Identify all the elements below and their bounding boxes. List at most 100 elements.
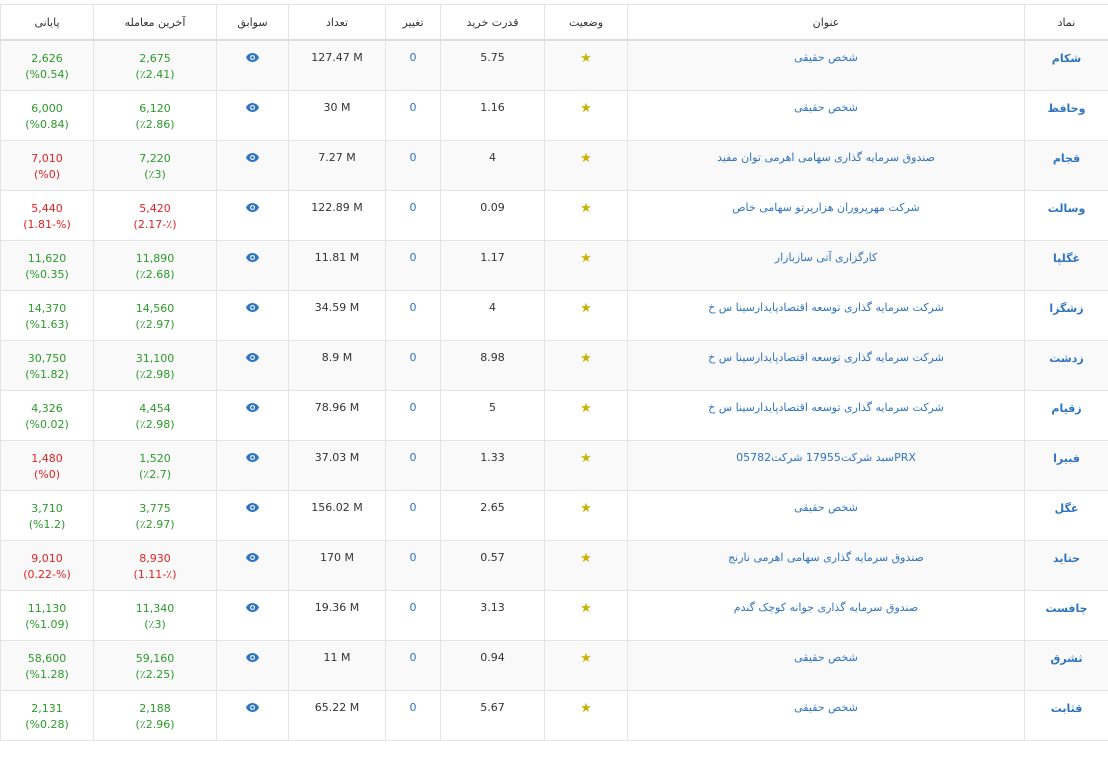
table-row[interactable]: زدشت شرکت سرمایه گذاری توسعه اقتصادپایدا… xyxy=(0,339,1108,391)
title-link[interactable]: صندوق سرمایه گذاری جوانه کوچک گندم xyxy=(627,589,1025,641)
history-cell[interactable] xyxy=(216,289,289,341)
title-link[interactable]: کارگزاری آتی سازبازار xyxy=(627,239,1025,291)
symbol-link[interactable]: شکام xyxy=(1024,39,1108,91)
title-link[interactable]: شرکت سرمایه گذاری توسعه اقتصادپایدارسینا… xyxy=(627,339,1025,391)
count-value: 30 M xyxy=(288,89,386,141)
table-row[interactable]: چافست صندوق سرمایه گذاری جوانه کوچک گندم… xyxy=(0,589,1108,641)
final-percent: (%0.28) xyxy=(25,717,69,731)
eye-icon[interactable] xyxy=(246,602,259,612)
title-link[interactable]: شرکت سرمایه گذاری توسعه اقتصادپایدارسینا… xyxy=(627,389,1025,441)
history-cell[interactable] xyxy=(216,689,289,741)
eye-icon[interactable] xyxy=(246,652,259,662)
eye-icon[interactable] xyxy=(246,102,259,112)
history-cell[interactable] xyxy=(216,589,289,641)
symbol-link[interactable]: غگل xyxy=(1024,489,1108,541)
table-row[interactable]: فبیرا PRXسبد شرکت17955 شرکت05782 ★ 1.33 … xyxy=(0,439,1108,491)
table-row[interactable]: قجام صندوق سرمایه گذاری سهامی اهرمی توان… xyxy=(0,139,1108,191)
final-percent: (%1.28) xyxy=(25,667,69,681)
header-history[interactable]: سوابق xyxy=(216,4,289,41)
table-row[interactable]: غگلپا کارگزاری آتی سازبازار ★ 1.17 0 11.… xyxy=(0,239,1108,291)
history-cell[interactable] xyxy=(216,39,289,91)
final-percent: (%1.63) xyxy=(25,317,69,331)
header-title[interactable]: عنوان xyxy=(627,4,1025,41)
count-value: 37.03 M xyxy=(288,439,386,491)
eye-icon[interactable] xyxy=(246,252,259,262)
table-row[interactable]: وحافظ شخص حقیقی ★ 1.16 0 30 M 6,120 (٪2.… xyxy=(0,89,1108,141)
eye-icon[interactable] xyxy=(246,202,259,212)
table-row[interactable]: قثابت شخص حقیقی ★ 5.67 0 65.22 M 2,188 (… xyxy=(0,689,1108,741)
symbol-link[interactable]: وسالت xyxy=(1024,189,1108,241)
title-link[interactable]: شخص حقیقی xyxy=(627,89,1025,141)
history-cell[interactable] xyxy=(216,389,289,441)
eye-icon[interactable] xyxy=(246,452,259,462)
last-trade-cell: 31,100 (٪2.98) xyxy=(93,339,217,391)
symbol-link[interactable]: وحافظ xyxy=(1024,89,1108,141)
last-trade-percent: (٪-1.11) xyxy=(133,567,177,581)
last-trade-cell: 2,675 (٪2.41) xyxy=(93,39,217,91)
history-cell[interactable] xyxy=(216,539,289,591)
eye-icon[interactable] xyxy=(246,552,259,562)
final-price-cell: 7,010 (%0) xyxy=(0,139,94,191)
eye-icon[interactable] xyxy=(246,152,259,162)
last-trade-price: 1,520 xyxy=(139,451,171,465)
symbol-link[interactable]: زشگزا xyxy=(1024,289,1108,341)
header-status[interactable]: وضعیت xyxy=(544,4,628,41)
history-cell[interactable] xyxy=(216,339,289,391)
table-row[interactable]: وسالت شرکت مهرپروران هزارپرتو سهامی خاص … xyxy=(0,189,1108,241)
final-percent: (%1.82) xyxy=(25,367,69,381)
table-row[interactable]: حتاید صندوق سرمایه گذاری سهامی اهرمی نار… xyxy=(0,539,1108,591)
header-last-trade[interactable]: آخرین معامله xyxy=(93,4,217,41)
eye-icon[interactable] xyxy=(246,352,259,362)
eye-icon[interactable] xyxy=(246,302,259,312)
symbol-link[interactable]: زقیام xyxy=(1024,389,1108,441)
title-link[interactable]: شخص حقیقی xyxy=(627,39,1025,91)
count-text: 34.59 M xyxy=(314,300,360,314)
history-cell[interactable] xyxy=(216,639,289,691)
eye-icon[interactable] xyxy=(246,402,259,412)
eye-icon[interactable] xyxy=(246,53,259,62)
title-link[interactable]: صندوق سرمایه گذاری سهامی اهرمی توان مفید xyxy=(627,139,1025,191)
symbol-link[interactable]: قثابت xyxy=(1024,689,1108,741)
history-cell[interactable] xyxy=(216,89,289,141)
history-cell[interactable] xyxy=(216,489,289,541)
table-row[interactable]: زشگزا شرکت سرمایه گذاری توسعه اقتصادپاید… xyxy=(0,289,1108,341)
history-cell[interactable] xyxy=(216,239,289,291)
history-cell[interactable] xyxy=(216,189,289,241)
history-cell[interactable] xyxy=(216,139,289,191)
title-link[interactable]: شخص حقیقی xyxy=(627,489,1025,541)
header-symbol[interactable]: نماد xyxy=(1024,4,1108,41)
symbol-link[interactable]: ثشرق xyxy=(1024,639,1108,691)
title-link[interactable]: شخص حقیقی xyxy=(627,639,1025,691)
symbol-link[interactable]: چافست xyxy=(1024,589,1108,641)
last-trade-percent: (٪2.41) xyxy=(135,68,175,81)
table-row[interactable]: غگل شخص حقیقی ★ 2.65 0 156.02 M 3,775 (٪… xyxy=(0,489,1108,541)
table-row[interactable]: زقیام شرکت سرمایه گذاری توسعه اقتصادپاید… xyxy=(0,389,1108,441)
final-price-cell: 30,750 (%1.82) xyxy=(0,339,94,391)
title-link[interactable]: شرکت سرمایه گذاری توسعه اقتصادپایدارسینا… xyxy=(627,289,1025,341)
history-cell[interactable] xyxy=(216,439,289,491)
header-buy-power[interactable]: قدرت خرید xyxy=(440,4,545,41)
title-link[interactable]: شخص حقیقی xyxy=(627,689,1025,741)
last-trade-cell: 8,930 (٪-1.11) xyxy=(93,539,217,591)
eye-icon[interactable] xyxy=(246,702,259,712)
last-trade-percent: (٪2.86) xyxy=(135,117,175,131)
title-link[interactable]: PRXسبد شرکت17955 شرکت05782 xyxy=(627,439,1025,491)
status-cell: ★ xyxy=(544,189,628,241)
symbol-link[interactable]: غگلپا xyxy=(1024,239,1108,291)
table-row[interactable]: ثشرق شخص حقیقی ★ 0.94 0 11 M 59,160 (٪2.… xyxy=(0,639,1108,691)
table-row[interactable]: شکام شخص حقیقی ★ 5.75 0 127.47 M 2,675 (… xyxy=(0,39,1108,91)
symbol-link[interactable]: حتاید xyxy=(1024,539,1108,591)
final-percent: (%0.35) xyxy=(25,267,69,281)
symbol-link[interactable]: قجام xyxy=(1024,139,1108,191)
header-final[interactable]: پایانی xyxy=(0,4,94,41)
symbol-link[interactable]: زدشت xyxy=(1024,339,1108,391)
buy-power-value: 1.33 xyxy=(440,439,545,491)
eye-icon[interactable] xyxy=(246,502,259,512)
header-count[interactable]: تعداد xyxy=(288,4,386,41)
title-link[interactable]: صندوق سرمایه گذاری سهامی اهرمی نارنج xyxy=(627,539,1025,591)
title-link[interactable]: شرکت مهرپروران هزارپرتو سهامی خاص xyxy=(627,189,1025,241)
count-value: 8.9 M xyxy=(288,339,386,391)
star-icon: ★ xyxy=(580,550,592,566)
header-change[interactable]: تغییر xyxy=(385,4,441,41)
symbol-link[interactable]: فبیرا xyxy=(1024,439,1108,491)
